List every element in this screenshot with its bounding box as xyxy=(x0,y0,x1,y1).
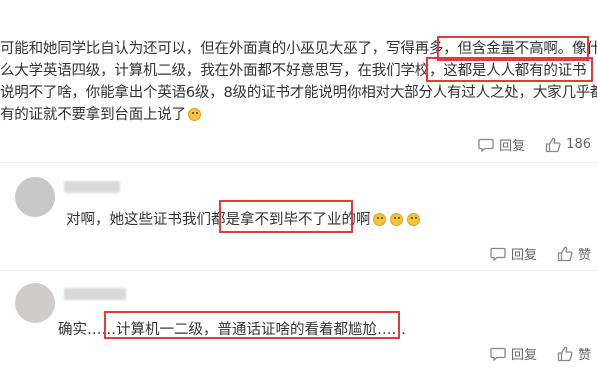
reply-icon xyxy=(490,247,506,261)
comment-1-text: 可能和她同学比自认为还可以，但在外面真的小巫见大巫了，写得再多，但含金量不高啊。… xyxy=(0,38,597,126)
thumbs-up-icon xyxy=(557,346,573,361)
like-button[interactable]: 186 xyxy=(545,137,591,153)
like-count: 186 xyxy=(566,137,591,152)
reply-button[interactable]: 回复 xyxy=(478,135,525,154)
reply-icon xyxy=(490,347,506,361)
username-blurred xyxy=(64,181,120,193)
comment-1-actions: 回复 186 xyxy=(478,135,591,154)
comment-1-line-1: 可能和她同学比自认为还可以，但在外面真的小巫见大巫了，写得再多，但含金量不高啊。… xyxy=(0,41,597,57)
like-label: 赞 xyxy=(577,248,591,263)
laughing-tears-emoji xyxy=(389,213,403,226)
laughing-tears-emoji xyxy=(372,213,386,226)
reply-button[interactable]: 回复 xyxy=(490,344,537,363)
avatar[interactable] xyxy=(15,177,55,217)
like-button[interactable]: 赞 xyxy=(557,244,591,263)
reply-button[interactable]: 回复 xyxy=(490,244,537,263)
comment-3-text: 确实……计算机一二级，普通话证啥的看着都尴尬…… xyxy=(58,322,406,338)
comment-1-line-3: 说明不了啥，你能拿出个英语6级，8级的证书才能说明你相对大部分人有过人之处，大家… xyxy=(0,85,597,101)
comment-2-actions: 回复 赞 xyxy=(490,244,591,263)
comment-divider xyxy=(0,162,597,163)
comment-1-line-4: 有的证就不要拿到台面上说了 xyxy=(0,107,186,123)
thumbs-up-icon xyxy=(557,246,573,261)
comment-divider xyxy=(0,270,597,271)
reply-icon xyxy=(478,138,494,152)
reply-label: 回复 xyxy=(499,139,526,154)
like-button[interactable]: 赞 xyxy=(557,344,591,363)
laughing-tears-emoji xyxy=(406,213,420,226)
reply-label: 回复 xyxy=(510,248,537,263)
comment-1-line-2: 么大学英语四级，计算机二级，我在外面都不好意思写，在我们学校，这都是人人都有的证… xyxy=(0,63,587,79)
comment-3-actions: 回复 赞 xyxy=(490,344,591,363)
avatar[interactable] xyxy=(15,283,55,323)
comment-2-text: 对啊，她这些证书我们都是拿不到毕不了业的啊 xyxy=(66,212,371,228)
grinning-sweat-emoji xyxy=(187,108,201,121)
like-label: 赞 xyxy=(577,348,591,363)
username-blurred xyxy=(64,288,126,300)
thumbs-up-icon xyxy=(546,137,561,152)
reply-label: 回复 xyxy=(510,348,537,363)
